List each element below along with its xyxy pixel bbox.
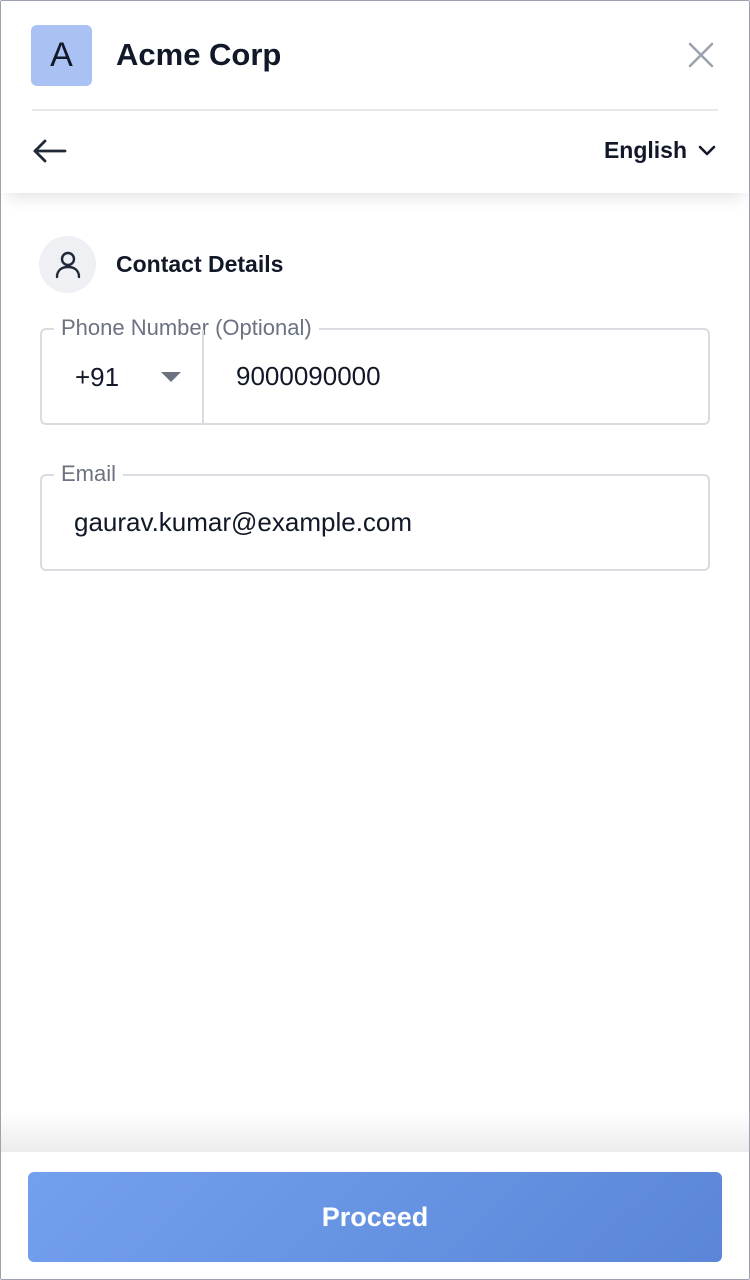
- email-input[interactable]: [74, 476, 704, 569]
- merchant-name: Acme Corp: [116, 37, 282, 72]
- user-icon: [55, 251, 80, 278]
- checkout-window: A Acme Corp English Contact Details Phon…: [0, 0, 750, 1280]
- close-icon: [688, 42, 714, 68]
- footer: Proceed: [1, 1152, 749, 1279]
- header: A Acme Corp English: [1, 1, 749, 193]
- section-title: Contact Details: [116, 251, 284, 277]
- proceed-button[interactable]: Proceed: [28, 1172, 722, 1262]
- contact-details-header: Contact Details: [39, 236, 283, 293]
- phone-input[interactable]: [236, 330, 706, 423]
- footer-shadow: [1, 1111, 749, 1153]
- merchant-logo: A: [31, 25, 92, 86]
- back-button[interactable]: [31, 135, 69, 167]
- chevron-down-icon: [698, 145, 716, 155]
- merchant-logo-letter: A: [50, 36, 73, 74]
- arrow-left-icon: [33, 139, 67, 163]
- header-divider: [32, 109, 718, 111]
- email-field: Email: [40, 460, 710, 571]
- language-label: English: [603, 137, 687, 163]
- close-button[interactable]: [685, 39, 717, 71]
- caret-down-icon: [161, 372, 181, 382]
- language-selector[interactable]: English: [604, 137, 717, 164]
- country-code-select[interactable]: +91: [42, 330, 204, 423]
- user-avatar: [39, 236, 96, 293]
- phone-field: Phone Number (Optional) +91: [40, 314, 710, 425]
- country-code-value: +91: [75, 362, 120, 392]
